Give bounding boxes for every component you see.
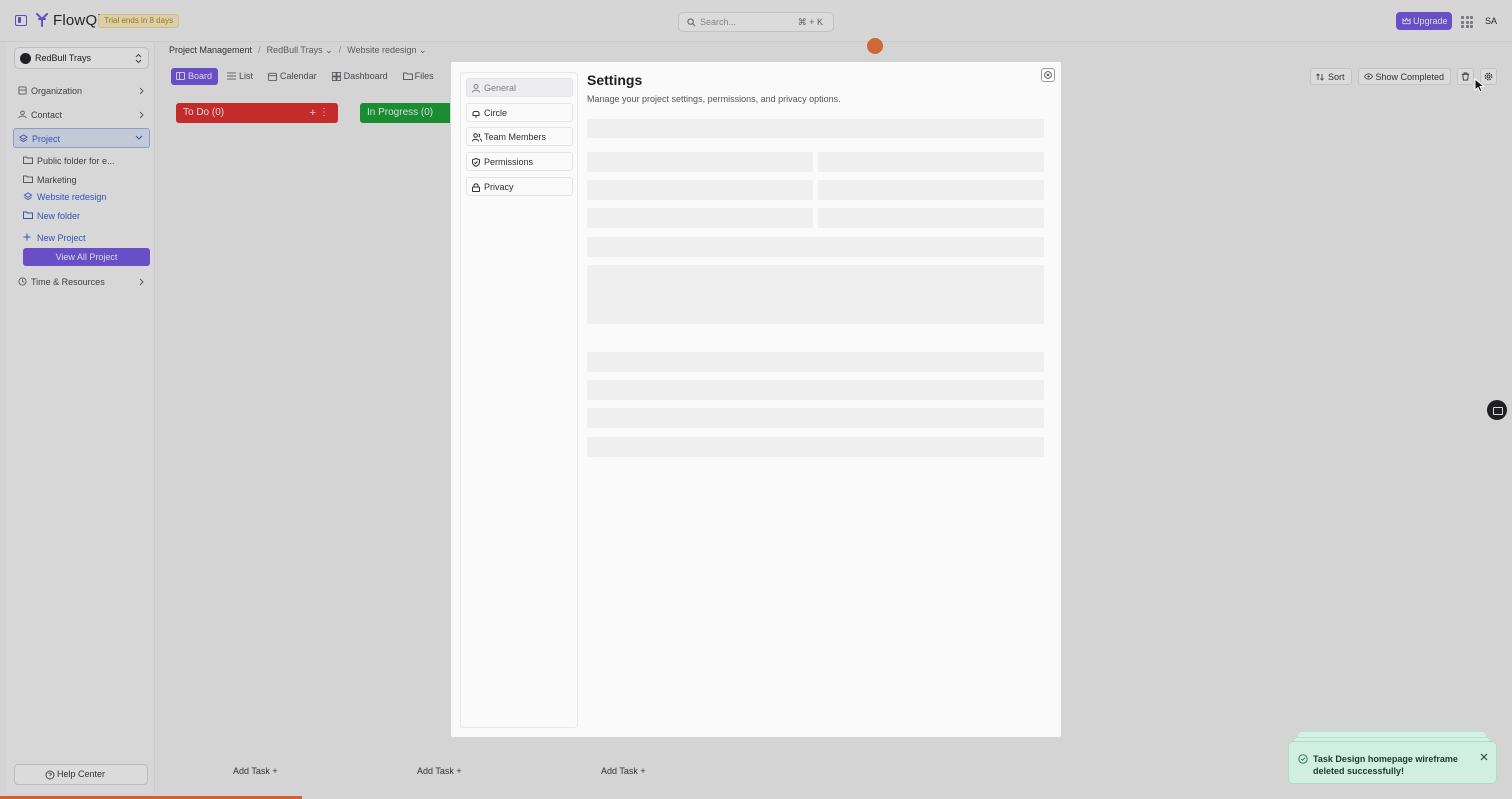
skeleton-placeholder xyxy=(587,408,1044,428)
modal-subtitle: Manage your project settings, permission… xyxy=(587,94,841,104)
skeleton-placeholder xyxy=(587,265,1044,324)
skeleton-placeholder xyxy=(587,180,813,200)
skeleton-placeholder xyxy=(587,437,1044,457)
mouse-cursor-icon xyxy=(1474,78,1485,93)
settings-modal: General Circle Team Members Permissions … xyxy=(450,61,1062,738)
skeleton-placeholder xyxy=(587,152,813,172)
skeleton-placeholder xyxy=(818,208,1044,228)
settings-nav-privacy[interactable]: Privacy xyxy=(466,177,573,196)
close-button[interactable] xyxy=(1041,68,1055,82)
skeleton-placeholder xyxy=(587,119,1044,138)
skeleton-placeholder xyxy=(818,152,1044,172)
settings-nav-circle[interactable]: Circle xyxy=(466,103,573,122)
skeleton-placeholder xyxy=(587,237,1044,257)
skeleton-placeholder xyxy=(587,208,813,228)
toast-message: Task Design homepage wireframe deleted s… xyxy=(1313,754,1458,776)
close-icon xyxy=(1044,71,1052,79)
skeleton-placeholder xyxy=(587,352,1044,372)
settings-nav-team-members[interactable]: Team Members xyxy=(466,127,573,146)
settings-nav-permissions[interactable]: Permissions xyxy=(466,152,573,171)
user-icon xyxy=(472,84,480,93)
check-circle-icon xyxy=(1298,754,1308,764)
settings-nav-general[interactable]: General xyxy=(466,78,573,97)
modal-title: Settings xyxy=(587,72,643,88)
skeleton-placeholder xyxy=(818,180,1044,200)
close-icon[interactable] xyxy=(1480,753,1488,761)
bell-icon xyxy=(472,110,480,118)
lock-icon xyxy=(472,183,480,192)
shield-icon xyxy=(472,158,480,167)
users-icon xyxy=(472,133,482,142)
skeleton-placeholder xyxy=(587,380,1044,400)
settings-nav: General Circle Team Members Permissions … xyxy=(460,72,578,728)
success-toast: Task Design homepage wireframe deleted s… xyxy=(1288,741,1497,784)
